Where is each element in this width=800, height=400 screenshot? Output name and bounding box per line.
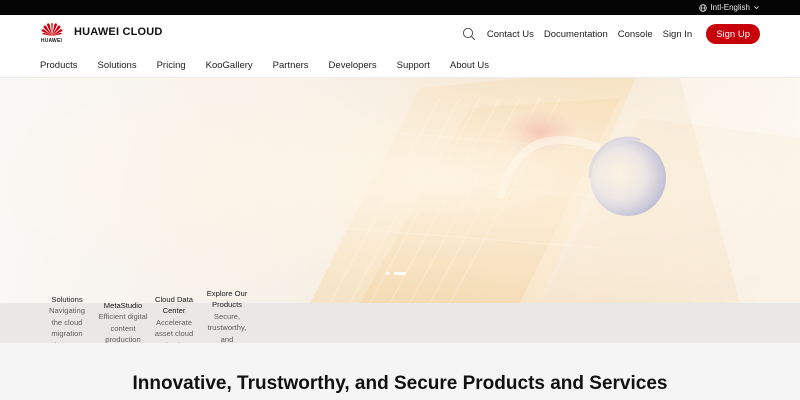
carousel-dot-2[interactable]	[394, 272, 406, 275]
nav-item-pricing[interactable]: Pricing	[157, 60, 186, 71]
hero-artwork	[0, 78, 800, 303]
sign-in-link[interactable]: Sign In	[663, 29, 693, 40]
quick-link-desc: Efficient digital content production	[98, 312, 148, 345]
contact-us-link[interactable]: Contact Us	[487, 29, 534, 40]
nav-item-partners[interactable]: Partners	[273, 60, 309, 71]
logo-wordmark: HUAWEI	[40, 38, 63, 44]
header-actions: Contact Us Documentation Console Sign In…	[462, 23, 760, 45]
nav-item-about-us[interactable]: About Us	[450, 60, 489, 71]
carousel-indicator	[386, 272, 406, 275]
huawei-logo-mark: HUAWEI	[40, 20, 63, 44]
carousel-dot-1[interactable]	[386, 272, 390, 275]
huawei-flower-icon	[41, 22, 62, 36]
sign-up-button[interactable]: Sign Up	[706, 24, 760, 44]
nav-item-support[interactable]: Support	[397, 60, 430, 71]
quick-link-title: Cloud Data Center	[155, 295, 193, 316]
site-header: HUAWEI HUAWEI CLOUD Contact Us Documenta…	[0, 15, 800, 53]
nav-item-koogallery[interactable]: KooGallery	[206, 60, 253, 71]
products-section: Innovative, Trustworthy, and Secure Prod…	[0, 343, 800, 400]
huawei-logo[interactable]: HUAWEI HUAWEI CLOUD	[40, 20, 163, 44]
globe-icon	[699, 3, 708, 12]
search-icon[interactable]	[462, 27, 476, 41]
quick-link-title: Explore Our Products	[206, 289, 248, 310]
nav-item-solutions[interactable]: Solutions	[98, 60, 137, 71]
hero-banner[interactable]	[0, 78, 800, 303]
quick-link-title: Solutions	[51, 295, 83, 304]
documentation-link[interactable]: Documentation	[544, 29, 608, 40]
language-label: Intl-English	[710, 3, 750, 12]
quick-link-title: MetaStudio	[103, 301, 143, 310]
console-link[interactable]: Console	[618, 29, 653, 40]
top-bar: Intl-English	[0, 0, 800, 15]
chevron-down-icon	[754, 6, 759, 10]
language-selector[interactable]: Intl-English	[699, 1, 760, 14]
section-title: Innovative, Trustworthy, and Secure Prod…	[132, 373, 668, 394]
brand-name: HUAWEI CLOUD	[74, 26, 163, 38]
nav-item-products[interactable]: Products	[40, 60, 78, 71]
nav-item-developers[interactable]: Developers	[329, 60, 377, 71]
main-nav: Products Solutions Pricing KooGallery Pa…	[0, 53, 800, 78]
